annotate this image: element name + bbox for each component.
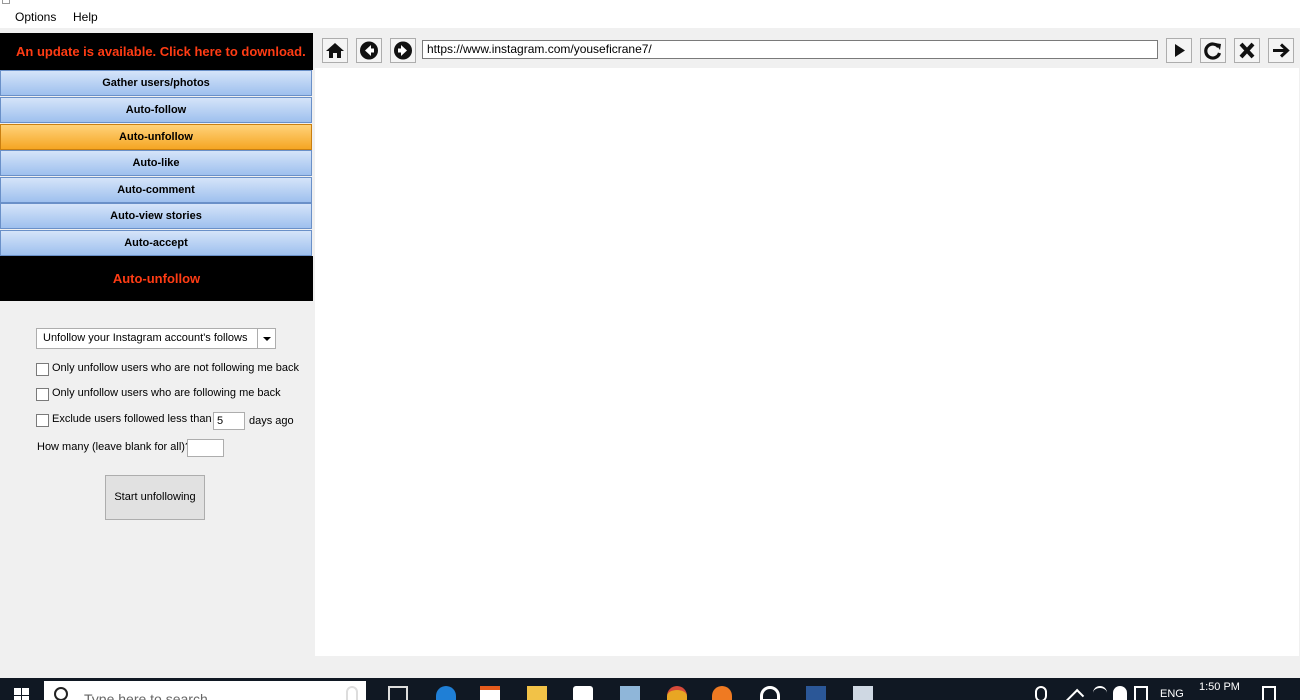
home-icon[interactable] bbox=[322, 38, 348, 63]
left-panel: An update is available. Click here to do… bbox=[0, 28, 313, 678]
language-indicator[interactable]: ENG bbox=[1160, 688, 1184, 700]
nav-auto-view-stories[interactable]: Auto-view stories bbox=[0, 203, 312, 229]
label-not-following-back: Only unfollow users who are not followin… bbox=[52, 362, 300, 374]
web-view[interactable] bbox=[315, 68, 1299, 656]
arrow-right-icon[interactable] bbox=[1268, 38, 1294, 63]
close-icon[interactable] bbox=[1234, 38, 1260, 63]
status-strip bbox=[313, 656, 1300, 678]
taskbar-search-placeholder: Type here to search bbox=[84, 691, 208, 700]
chrome-icon[interactable] bbox=[667, 686, 687, 700]
wifi-icon[interactable] bbox=[1093, 686, 1107, 700]
clock-time[interactable]: 1:50 PM bbox=[1199, 681, 1240, 693]
exclude-days-input[interactable]: 5 bbox=[213, 412, 245, 430]
taskbar: Type here to search ENG 1:50 PM bbox=[0, 678, 1300, 700]
how-many-input[interactable] bbox=[187, 439, 224, 457]
taskbar-search[interactable]: Type here to search bbox=[44, 681, 366, 700]
label-exclude-suffix: days ago bbox=[249, 415, 294, 427]
volume-icon[interactable] bbox=[1134, 686, 1148, 700]
url-bar[interactable]: https://www.instagram.com/youseficrane7/ bbox=[422, 40, 1158, 59]
mail-icon[interactable] bbox=[573, 686, 593, 700]
section-title: Auto-unfollow bbox=[0, 256, 313, 301]
store-icon[interactable] bbox=[480, 686, 500, 700]
firefox-icon[interactable] bbox=[712, 686, 732, 700]
photos-icon[interactable] bbox=[620, 686, 640, 700]
menu-help[interactable]: Help bbox=[73, 10, 98, 24]
image-viewer-icon[interactable] bbox=[853, 686, 873, 700]
cloud-icon[interactable] bbox=[1113, 686, 1127, 700]
nav-auto-comment[interactable]: Auto-comment bbox=[0, 177, 312, 203]
edge-icon[interactable] bbox=[436, 686, 456, 700]
chevron-up-icon[interactable] bbox=[1065, 688, 1085, 700]
menu-bar: Options Help bbox=[0, 8, 1300, 28]
play-icon[interactable] bbox=[1166, 38, 1192, 63]
start-unfollowing-button[interactable]: Start unfollowing bbox=[105, 475, 205, 520]
nav-auto-unfollow[interactable]: Auto-unfollow bbox=[0, 124, 312, 150]
windows-start-icon[interactable] bbox=[14, 688, 30, 700]
refresh-icon[interactable] bbox=[1200, 38, 1226, 63]
file-explorer-icon[interactable] bbox=[527, 686, 547, 700]
mode-select-value: Unfollow your Instagram account's follow… bbox=[43, 332, 248, 344]
mode-select[interactable]: Unfollow your Instagram account's follow… bbox=[36, 328, 276, 349]
nav-auto-like[interactable]: Auto-like bbox=[0, 150, 312, 176]
label-following-back: Only unfollow users who are following me… bbox=[52, 387, 281, 399]
option-exclude-recent[interactable]: Exclude users followed less than bbox=[36, 412, 216, 428]
microphone-icon[interactable] bbox=[346, 686, 358, 700]
app-icon bbox=[2, 0, 10, 4]
title-bar bbox=[0, 0, 1300, 8]
back-icon[interactable] bbox=[356, 38, 382, 63]
chevron-down-icon[interactable] bbox=[257, 329, 275, 348]
label-exclude-prefix: Exclude users followed less than bbox=[52, 413, 212, 425]
nav-gather-users-photos[interactable]: Gather users/photos bbox=[0, 70, 312, 96]
people-icon[interactable] bbox=[1035, 686, 1047, 700]
groove-music-icon[interactable] bbox=[760, 686, 780, 700]
word-icon[interactable] bbox=[806, 686, 826, 700]
nav-auto-follow[interactable]: Auto-follow bbox=[0, 97, 312, 123]
menu-options[interactable]: Options bbox=[15, 10, 56, 24]
update-banner[interactable]: An update is available. Click here to do… bbox=[0, 33, 313, 70]
how-many-label: How many (leave blank for all)? bbox=[37, 441, 192, 453]
app-window: Options Help An update is available. Cli… bbox=[0, 0, 1300, 700]
notification-icon[interactable] bbox=[1262, 686, 1276, 700]
forward-icon[interactable] bbox=[390, 38, 416, 63]
checkbox-not-following-back[interactable] bbox=[36, 363, 49, 376]
nav-auto-accept[interactable]: Auto-accept bbox=[0, 230, 312, 256]
option-following-back[interactable]: Only unfollow users who are following me… bbox=[36, 386, 306, 402]
checkbox-following-back[interactable] bbox=[36, 388, 49, 401]
search-icon bbox=[54, 687, 68, 700]
checkbox-exclude-recent[interactable] bbox=[36, 414, 49, 427]
task-view-icon[interactable] bbox=[388, 686, 408, 700]
option-not-following-back[interactable]: Only unfollow users who are not followin… bbox=[36, 361, 306, 377]
